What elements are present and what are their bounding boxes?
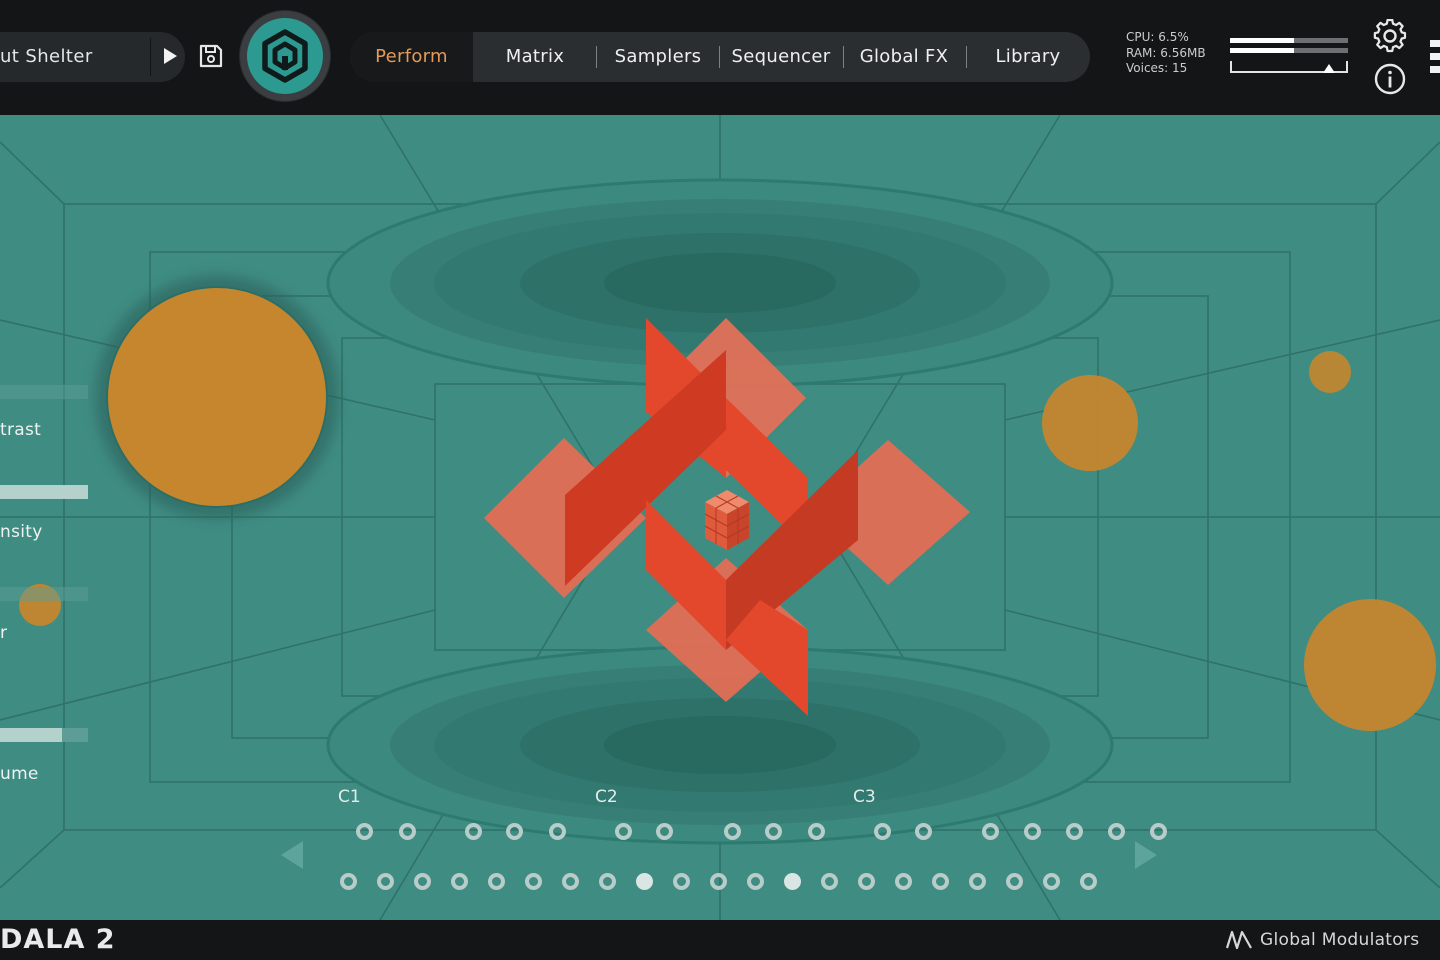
tab-separator xyxy=(966,46,967,68)
output-meter[interactable] xyxy=(1230,38,1348,78)
row-label-c3: C3 xyxy=(853,787,876,807)
pad-ring[interactable] xyxy=(723,822,741,840)
pad-ring[interactable] xyxy=(598,872,616,890)
pad-ring[interactable] xyxy=(807,822,825,840)
pad-ring[interactable] xyxy=(873,822,891,840)
tab-perform[interactable]: Perform xyxy=(350,32,473,82)
param-slider[interactable] xyxy=(0,587,88,601)
tab-separator xyxy=(843,46,844,68)
preset-name[interactable]: ut Shelter xyxy=(0,46,93,67)
pad-ring[interactable] xyxy=(783,872,801,890)
pad-ring[interactable] xyxy=(413,872,431,890)
param-label: nsity xyxy=(0,522,43,542)
tab-sequencer[interactable]: Sequencer xyxy=(728,32,834,82)
gear-icon[interactable] xyxy=(1373,19,1407,53)
menu-icon[interactable] xyxy=(1430,40,1440,74)
pad-ring[interactable] xyxy=(655,822,673,840)
pad-ring[interactable] xyxy=(450,872,468,890)
perform-visualizer xyxy=(0,115,1440,920)
pad-ring[interactable] xyxy=(505,822,523,840)
pad-ring[interactable] xyxy=(376,872,394,890)
pad-ring[interactable] xyxy=(894,872,912,890)
tab-global-fx[interactable]: Global FX xyxy=(852,32,956,82)
pad-ring[interactable] xyxy=(1065,822,1083,840)
pad-ring[interactable] xyxy=(355,822,373,840)
pad-ring[interactable] xyxy=(464,822,482,840)
volume-slider-handle[interactable] xyxy=(1323,64,1336,73)
top-bar: ut Shelter Perform Matrix Samplers Seque… xyxy=(0,0,1440,115)
pad-ring[interactable] xyxy=(548,822,566,840)
orb-right[interactable] xyxy=(1042,375,1138,471)
preset-selector[interactable]: ut Shelter xyxy=(0,32,185,82)
meter-left-fill xyxy=(1230,38,1294,43)
pad-ring[interactable] xyxy=(561,872,579,890)
pad-ring[interactable] xyxy=(398,822,416,840)
row-label-c2: C2 xyxy=(595,787,618,807)
pad-ring[interactable] xyxy=(672,872,690,890)
previous-arrow-icon[interactable] xyxy=(281,841,303,869)
orb-large-left[interactable] xyxy=(106,286,328,508)
pad-ring[interactable] xyxy=(968,872,986,890)
pad-ring[interactable] xyxy=(709,872,727,890)
pad-ring[interactable] xyxy=(764,822,782,840)
info-icon[interactable] xyxy=(1373,62,1407,96)
performance-stats: CPU: 6.5% RAM: 6.56MB Voices: 15 xyxy=(1126,30,1206,77)
voices-readout: Voices: 15 xyxy=(1126,61,1188,75)
wave-icon[interactable] xyxy=(1225,930,1253,950)
next-arrow-icon[interactable] xyxy=(1135,841,1157,869)
save-icon[interactable] xyxy=(198,43,224,69)
param-slider[interactable] xyxy=(0,385,88,399)
pad-ring[interactable] xyxy=(614,822,632,840)
preset-divider xyxy=(150,38,151,76)
param-slider-fill xyxy=(0,485,88,499)
main-tabs: Perform Matrix Samplers Sequencer Global… xyxy=(350,32,1090,82)
tab-samplers[interactable]: Samplers xyxy=(605,32,711,82)
pad-ring[interactable] xyxy=(931,872,949,890)
pad-ring[interactable] xyxy=(746,872,764,890)
param-label: trast xyxy=(0,420,42,440)
bottom-bar: DALA 2 Global Modulators xyxy=(0,920,1440,960)
pad-ring[interactable] xyxy=(1079,872,1097,890)
pad-ring[interactable] xyxy=(1107,822,1125,840)
pad-ring[interactable] xyxy=(1023,822,1041,840)
play-icon[interactable] xyxy=(164,48,177,64)
cpu-readout: CPU: 6.5% xyxy=(1126,30,1189,44)
param-label: r xyxy=(0,623,8,643)
brand-wordmark: DALA 2 xyxy=(0,924,116,955)
row-label-c1: C1 xyxy=(338,787,361,807)
pad-ring[interactable] xyxy=(635,872,653,890)
param-slider-fill xyxy=(0,728,62,742)
pad-ring[interactable] xyxy=(1005,872,1023,890)
pad-ring[interactable] xyxy=(914,822,932,840)
param-slider[interactable] xyxy=(0,728,88,742)
pad-ring[interactable] xyxy=(1042,872,1060,890)
tab-matrix[interactable]: Matrix xyxy=(485,32,585,82)
pad-ring[interactable] xyxy=(339,872,357,890)
cube-icon xyxy=(704,490,750,550)
hexagon-logo-icon xyxy=(262,29,308,83)
meter-right-fill xyxy=(1230,48,1294,53)
orb-lower-right[interactable] xyxy=(1304,599,1436,731)
pad-ring[interactable] xyxy=(857,872,875,890)
param-slider[interactable] xyxy=(0,485,88,499)
meter-left-channel xyxy=(1230,38,1348,43)
ram-readout: RAM: 6.56MB xyxy=(1126,45,1206,60)
orb-small-right[interactable] xyxy=(1309,351,1351,393)
pad-ring[interactable] xyxy=(487,872,505,890)
pad-ring[interactable] xyxy=(1149,822,1167,840)
meter-right-channel xyxy=(1230,48,1348,53)
tab-library[interactable]: Library xyxy=(976,32,1080,82)
pad-ring[interactable] xyxy=(524,872,542,890)
tab-separator xyxy=(596,46,597,68)
pad-ring[interactable] xyxy=(820,872,838,890)
tab-separator xyxy=(719,46,720,68)
pad-ring[interactable] xyxy=(981,822,999,840)
perform-stage: trast nsity r ume C1 C2 C3 xyxy=(0,115,1440,920)
global-modulators-button[interactable]: Global Modulators xyxy=(1260,930,1419,950)
hexagon-logo-button[interactable] xyxy=(240,11,330,101)
param-label: ume xyxy=(0,764,39,784)
